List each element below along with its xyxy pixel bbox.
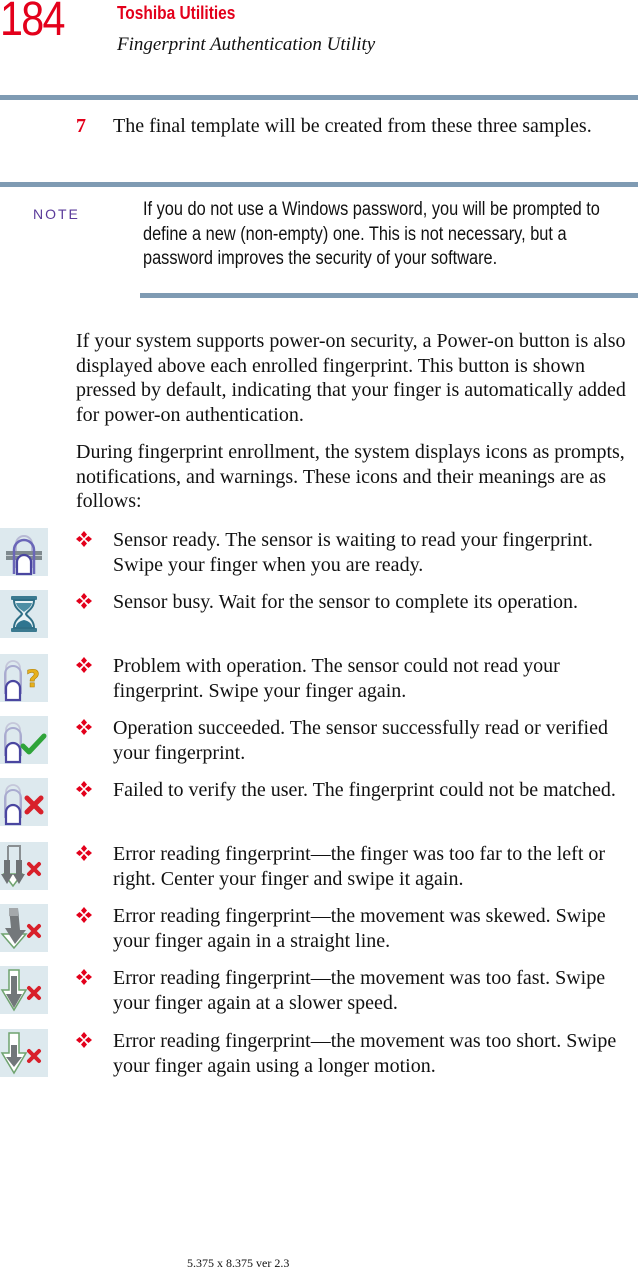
subsection-title: Fingerprint Authentication Utility	[117, 34, 376, 55]
list-item: Sensor busy. Wait for the sensor to comp…	[0, 590, 638, 650]
icon-description: Failed to verify the user. The fingerpri…	[113, 779, 616, 801]
bullet-icon	[76, 593, 92, 609]
step-text: The final template will be created from …	[113, 115, 592, 137]
bullet-icon	[76, 719, 92, 735]
bullet-icon	[76, 531, 92, 547]
bullet-icon	[76, 781, 92, 797]
list-item: Error reading fingerprint—the movement w…	[0, 904, 638, 964]
icon-description: Sensor ready. The sensor is waiting to r…	[113, 529, 593, 576]
bullet-icon	[76, 907, 92, 923]
list-item: Sensor ready. The sensor is waiting to r…	[0, 528, 638, 588]
list-item: Operation succeeded. The sensor successf…	[0, 716, 638, 776]
list-item: Error reading fingerprint—the finger was…	[0, 842, 638, 902]
svg-text:?: ?	[26, 665, 40, 693]
icon-description: Operation succeeded. The sensor successf…	[113, 717, 608, 764]
list-item: Failed to verify the user. The fingerpri…	[0, 778, 638, 838]
sensor-ready-icon	[0, 528, 48, 576]
section-title: Toshiba Utilities	[117, 3, 236, 23]
list-item: Error reading fingerprint—the movement w…	[0, 966, 638, 1026]
icon-description: Error reading fingerprint—the movement w…	[113, 967, 606, 1014]
paragraph-enrollment-icons: During fingerprint enrollment, the syste…	[76, 441, 625, 513]
paragraph-power-on: If your system supports power-on securit…	[76, 330, 626, 426]
fast-arrow-x-icon	[0, 966, 48, 1014]
note-text: If you do not use a Windows password, yo…	[143, 199, 600, 269]
note-label: NOTE	[33, 206, 80, 222]
divider-top	[0, 95, 638, 100]
finger-question-icon: ?	[0, 654, 48, 702]
list-item: Error reading fingerprint—the movement w…	[0, 1029, 638, 1089]
bullet-icon	[76, 845, 92, 861]
icon-description: Error reading fingerprint—the movement w…	[113, 1030, 617, 1077]
skewed-arrow-x-icon	[0, 904, 48, 952]
list-item: ? Problem with operation. The sensor cou…	[0, 654, 638, 714]
hourglass-icon	[0, 590, 48, 638]
finger-x-icon	[0, 778, 48, 826]
icon-description: Sensor busy. Wait for the sensor to comp…	[113, 591, 578, 613]
divider-note-bottom	[140, 293, 638, 298]
divider-note-top	[0, 182, 638, 187]
bullet-icon	[76, 657, 92, 673]
page-footer: 5.375 x 8.375 ver 2.3	[187, 1256, 290, 1270]
short-arrow-x-icon	[0, 1029, 48, 1077]
bullet-icon	[76, 969, 92, 985]
step-number: 7	[76, 115, 86, 137]
page-number: 184	[0, 0, 65, 46]
finger-check-icon	[0, 716, 48, 764]
icon-description: Error reading fingerprint—the movement w…	[113, 905, 606, 952]
icon-description: Error reading fingerprint—the finger was…	[113, 843, 606, 890]
double-arrow-x-icon	[0, 842, 48, 890]
bullet-icon	[76, 1032, 92, 1048]
icon-description: Problem with operation. The sensor could…	[113, 655, 560, 702]
